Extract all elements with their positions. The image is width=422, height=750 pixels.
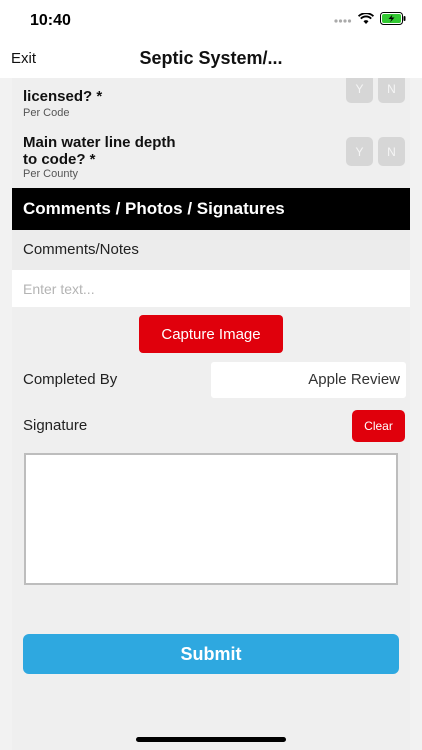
question-subtext: Per Code [23, 107, 70, 119]
clear-signature-button[interactable]: Clear [352, 410, 405, 442]
comments-label: Comments/Notes [12, 230, 410, 270]
question-label: licensed? * [23, 88, 103, 105]
wifi-icon [357, 12, 375, 30]
question-row-water-line-depth: Main water line depth to code? * Per Cou… [12, 122, 410, 188]
signature-pad[interactable] [24, 453, 398, 585]
yes-button[interactable]: Y [346, 78, 373, 103]
no-button[interactable]: N [378, 78, 405, 103]
section-header: Comments / Photos / Signatures [12, 188, 410, 230]
battery-charging-icon [380, 12, 406, 30]
capture-image-button[interactable]: Capture Image [139, 315, 283, 353]
navigation-bar: Exit Septic System/... [0, 44, 422, 78]
question-label-line2: to code? * [23, 151, 96, 168]
status-bar: 10:40 [0, 0, 422, 44]
home-indicator [136, 737, 286, 742]
page-title: Septic System/... [139, 48, 283, 68]
no-button[interactable]: N [378, 137, 405, 166]
submit-button[interactable]: Submit [23, 634, 399, 674]
comments-input[interactable] [12, 270, 410, 307]
yes-button[interactable]: Y [346, 137, 373, 166]
question-label-line1: Main water line depth [23, 134, 176, 151]
form-content[interactable]: licensed? * Per Code Y N Main water line… [12, 78, 410, 750]
signature-label: Signature [23, 417, 88, 434]
completed-by-field[interactable]: Apple Review [211, 362, 406, 398]
status-icons [334, 12, 406, 30]
question-subtext: Per County [23, 168, 79, 180]
question-row-licensed: licensed? * Per Code Y N [12, 78, 410, 122]
status-time: 10:40 [30, 12, 71, 29]
signal-icon [334, 12, 352, 30]
